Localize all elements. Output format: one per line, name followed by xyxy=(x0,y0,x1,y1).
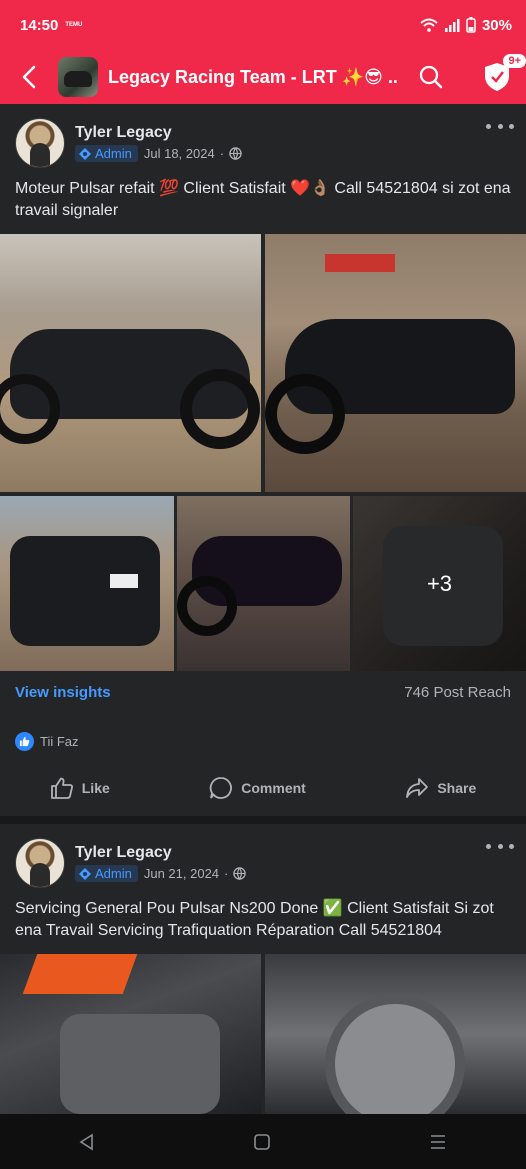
post-text: Servicing General Pou Pulsar Ns200 Done … xyxy=(15,900,494,939)
admin-diamond-icon xyxy=(79,147,91,160)
meta-separator: · xyxy=(219,146,225,161)
post-photo[interactable] xyxy=(0,234,261,492)
comment-label: Comment xyxy=(241,780,306,796)
role-label: Admin xyxy=(95,866,132,881)
system-nav-bar xyxy=(0,1114,526,1169)
comment-button[interactable]: Comment xyxy=(209,776,306,800)
view-insights-link[interactable]: View insights xyxy=(15,684,111,701)
thumbs-up-icon xyxy=(50,777,73,799)
post-photo[interactable] xyxy=(265,954,526,1114)
search-button[interactable] xyxy=(416,62,446,92)
battery-level: 30% xyxy=(481,16,512,34)
post-header: Tyler Legacy Admin Jul 18, 2024 · xyxy=(15,118,242,168)
author-avatar[interactable] xyxy=(15,838,65,888)
role-label: Admin xyxy=(95,146,132,161)
back-button[interactable] xyxy=(0,50,58,104)
wifi-icon xyxy=(420,18,438,32)
post-photo[interactable] xyxy=(0,954,261,1114)
post-actions: Like Comment Share xyxy=(0,768,526,808)
meta-separator: · xyxy=(224,866,229,881)
admin-badge: Admin xyxy=(75,145,138,162)
like-reaction-icon xyxy=(15,732,34,751)
author-name[interactable]: Tyler Legacy xyxy=(75,124,242,142)
admin-tools-button[interactable]: 9+ xyxy=(480,54,526,94)
post-options-button[interactable] xyxy=(486,118,514,134)
like-label: Like xyxy=(81,780,110,796)
battery-icon xyxy=(466,17,476,33)
back-arrow-icon xyxy=(22,65,36,89)
reactions-summary[interactable]: Tii Faz xyxy=(15,732,79,751)
post-options-button[interactable] xyxy=(486,838,514,854)
nav-recents-icon[interactable] xyxy=(428,1133,448,1151)
notification-badge: 9+ xyxy=(503,54,526,68)
signal-icon xyxy=(444,19,460,32)
author-name[interactable]: Tyler Legacy xyxy=(75,844,246,862)
group-title[interactable]: Legacy Racing Team - LRT ✨😎 ... xyxy=(108,67,398,88)
reactor-name: Tii Faz xyxy=(40,734,79,749)
post-card: Tyler Legacy Admin Jun 21, 2024 · Servic… xyxy=(0,824,526,1114)
post-date[interactable]: Jul 18, 2024 xyxy=(144,146,215,161)
clock: 14:50 xyxy=(20,16,59,34)
post-photo[interactable] xyxy=(0,496,174,671)
more-photos-overlay[interactable]: +3 xyxy=(353,496,526,671)
post-header: Tyler Legacy Admin Jun 21, 2024 · xyxy=(15,838,247,888)
share-label: Share xyxy=(437,780,477,796)
carrier-badge: TEMU xyxy=(65,22,83,28)
search-icon xyxy=(419,65,443,89)
like-button[interactable]: Like xyxy=(50,777,110,799)
group-header: Legacy Racing Team - LRT ✨😎 ... 9+ xyxy=(0,50,526,104)
nav-back-icon[interactable] xyxy=(78,1133,96,1151)
nav-home-icon[interactable] xyxy=(253,1133,271,1151)
admin-badge: Admin xyxy=(75,865,138,882)
post-reach: 746 Post Reach xyxy=(404,684,511,701)
author-avatar[interactable] xyxy=(15,118,65,168)
post-text: Moteur Pulsar refait 💯 Client Satisfait … xyxy=(15,180,511,219)
group-thumbnail[interactable] xyxy=(58,57,98,97)
post-card: Tyler Legacy Admin Jul 18, 2024 · Moteur… xyxy=(0,104,526,816)
share-button[interactable]: Share xyxy=(405,777,476,799)
post-photo[interactable]: +3 xyxy=(353,496,526,671)
post-photo[interactable] xyxy=(265,234,526,492)
comment-icon xyxy=(210,777,233,799)
post-photo[interactable] xyxy=(177,496,350,671)
globe-icon xyxy=(229,147,242,160)
post-date[interactable]: Jun 21, 2024 xyxy=(144,866,219,881)
admin-diamond-icon xyxy=(79,867,91,880)
share-icon xyxy=(406,778,429,798)
status-bar: 14:50 TEMU 30% xyxy=(0,0,526,50)
globe-icon xyxy=(233,867,247,880)
